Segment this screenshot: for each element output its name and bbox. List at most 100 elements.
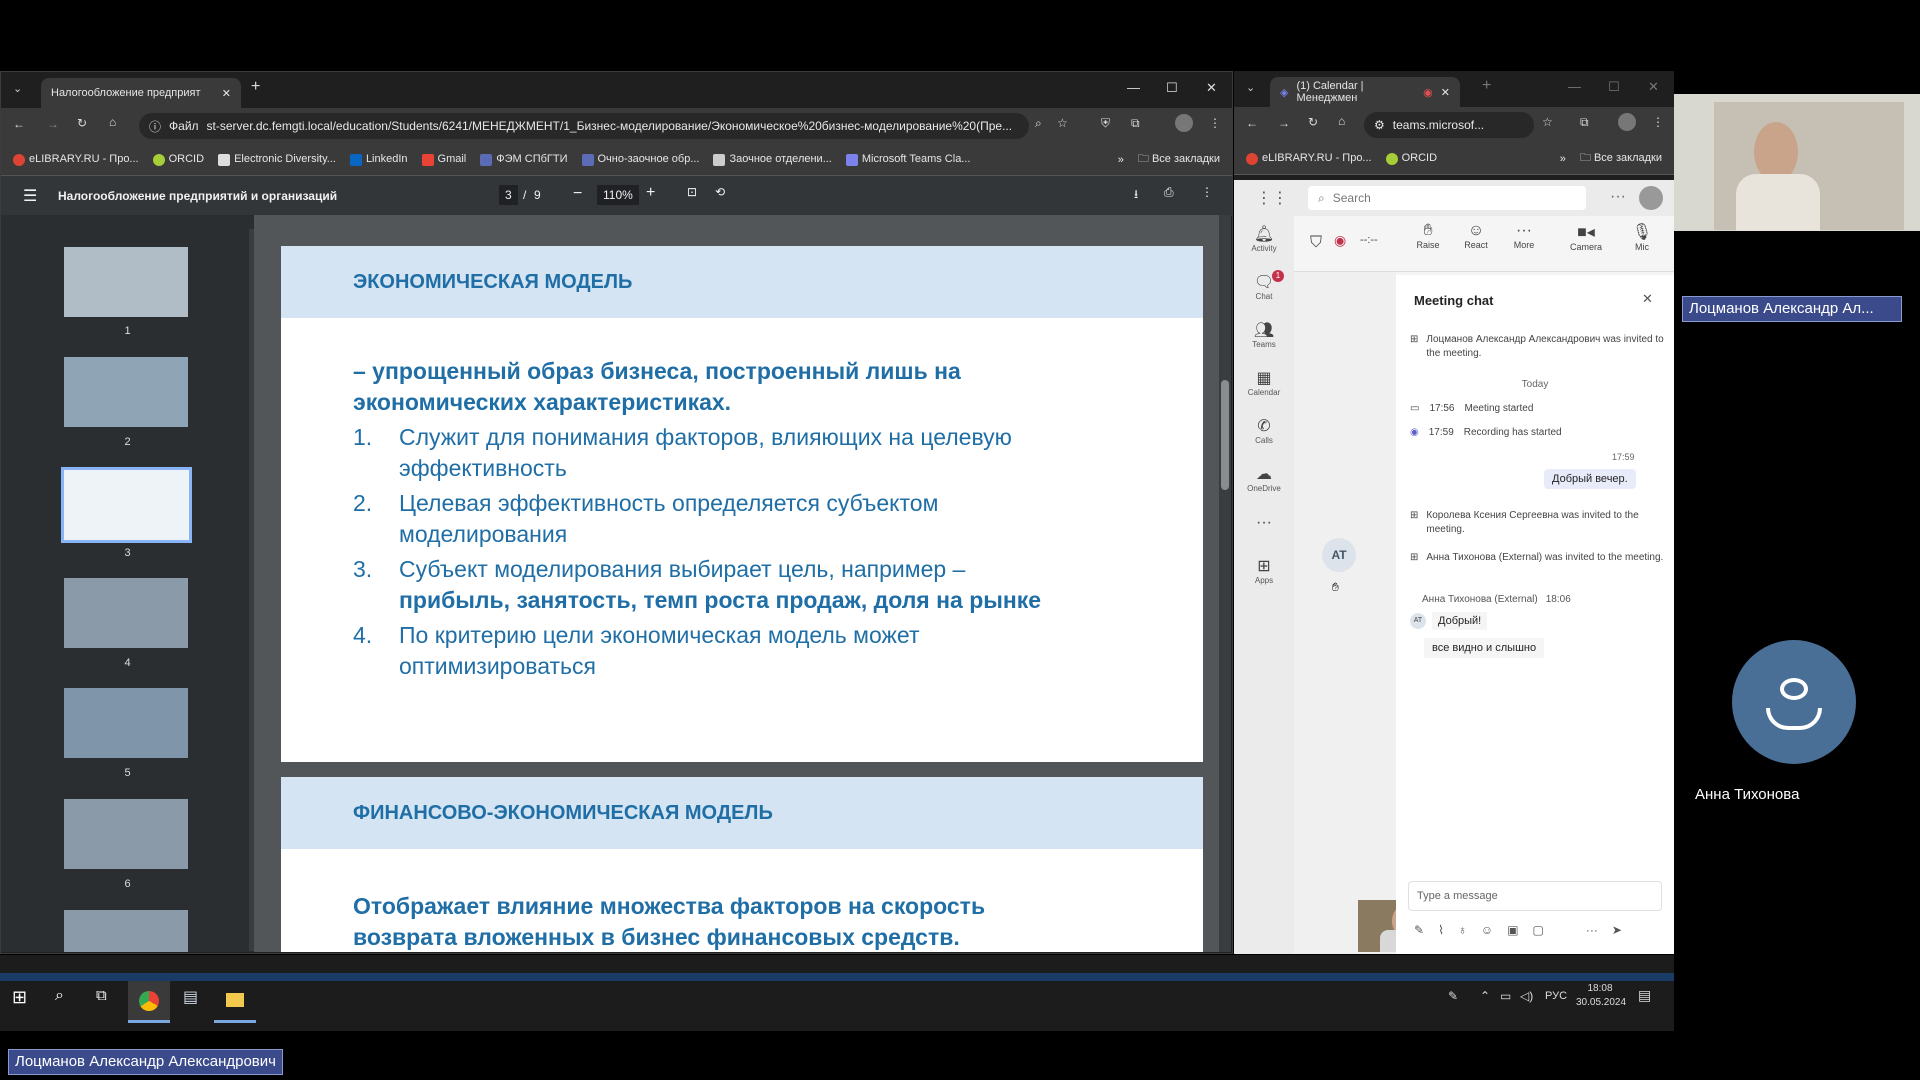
all-bookmarks[interactable]: 🗀 Все закладки [1580, 149, 1662, 168]
format-icon[interactable]: ✎ [1414, 923, 1424, 937]
forward-icon[interactable]: → [1278, 116, 1290, 130]
close-tab-icon[interactable]: ✕ [1441, 86, 1450, 99]
reload-icon[interactable]: ↻ [1308, 115, 1318, 129]
clock[interactable]: 18:08 30.05.2024 [1576, 982, 1626, 1010]
bookmark-star-icon[interactable]: ☆ [1542, 115, 1553, 129]
print-icon[interactable]: ⎙ [1164, 185, 1174, 200]
home-icon[interactable]: ⌂ [109, 115, 116, 129]
tab-list-icon[interactable]: ⌄ [1246, 81, 1255, 94]
rail-calls[interactable]: ✆ Calls [1234, 416, 1294, 445]
menu-kebab-icon[interactable]: ⋮ [1209, 116, 1221, 130]
minimize-icon[interactable]: — [1127, 80, 1140, 95]
app-launcher-icon[interactable]: ⋮⋮ [1256, 188, 1288, 208]
tray-chevron-icon[interactable]: ⌃ [1480, 989, 1490, 1003]
profile-avatar[interactable] [1618, 113, 1636, 131]
message-bubble[interactable]: Добрый! [1432, 612, 1488, 630]
url-field[interactable]: ⚙ teams.microsof... [1364, 112, 1534, 138]
more-bookmarks-icon[interactable]: » [1118, 154, 1124, 166]
hamburger-menu-icon[interactable]: ☰ [23, 186, 37, 206]
thumbnail-page[interactable] [64, 688, 188, 758]
mic-button[interactable]: 🎙︎ Mic [1622, 222, 1662, 252]
shield-icon[interactable]: ⛨ [1101, 116, 1110, 131]
close-window-icon[interactable]: ✕ [1648, 79, 1659, 95]
rotate-icon[interactable]: ⟲ [715, 185, 725, 199]
bookmark-item[interactable]: eLIBRARY.RU - Про... [13, 153, 139, 166]
bookmark-item[interactable]: ORCID [1385, 152, 1437, 165]
pdf-scrollbar[interactable] [1219, 215, 1231, 952]
language-indicator[interactable]: РУС [1545, 990, 1567, 1002]
download-icon[interactable]: ⭳ [1134, 185, 1138, 206]
zoom-out-icon[interactable]: − [573, 185, 582, 203]
scroll-thumb[interactable] [1221, 380, 1229, 490]
bookmark-item[interactable]: Очно-заочное обр... [581, 153, 699, 166]
close-chat-icon[interactable]: ✕ [1642, 291, 1653, 307]
thumbnail-page[interactable] [64, 357, 188, 427]
pen-icon[interactable]: ✎ [1448, 989, 1458, 1003]
zoom-in-icon[interactable]: + [646, 184, 655, 202]
back-icon[interactable]: ← [1246, 116, 1258, 130]
bookmark-item[interactable]: ФЭМ СПбГТИ [480, 153, 568, 166]
reload-icon[interactable]: ↻ [77, 116, 87, 130]
extensions-icon[interactable]: ⧉ [1131, 116, 1140, 131]
my-message[interactable]: Добрый вечер. [1544, 469, 1636, 489]
bookmark-item[interactable]: ORCID [152, 153, 204, 166]
bookmark-item[interactable]: Заочное отделени... [713, 153, 832, 166]
volume-icon[interactable]: ◁) [1520, 989, 1533, 1003]
network-icon[interactable]: ▭ [1500, 989, 1511, 1003]
search-input[interactable]: ⌕ Search [1308, 186, 1586, 210]
pdf-more-icon[interactable]: ⋮ [1201, 185, 1213, 199]
explorer-taskbar-button[interactable] [214, 981, 256, 1023]
zoom-level-input[interactable]: 110% [597, 185, 639, 205]
close-window-icon[interactable]: ✕ [1206, 80, 1217, 96]
tab-teams[interactable]: ◈ (1) Calendar | Менеджмен ◉ ✕ [1270, 77, 1460, 107]
raise-hand-button[interactable]: ✋︎ Raise [1408, 222, 1448, 250]
thumbnail-page[interactable] [64, 799, 188, 869]
attach-icon[interactable]: ⌇ [1438, 923, 1444, 937]
send-icon[interactable]: ➤ [1612, 923, 1622, 937]
bookmark-item[interactable]: LinkedIn [349, 153, 408, 166]
extensions-icon[interactable]: ⧉ [1580, 115, 1589, 130]
bookmark-star-icon[interactable]: ☆ [1057, 116, 1068, 130]
new-tab-icon[interactable]: + [251, 78, 260, 96]
loop-icon[interactable]: ♁ [1458, 923, 1467, 937]
rail-onedrive[interactable]: ☁︎ OneDrive [1234, 464, 1294, 493]
bookmark-item[interactable]: Electronic Diversity... [218, 153, 336, 166]
sticker-icon[interactable]: ▢ [1533, 923, 1544, 937]
more-button[interactable]: ··· More [1504, 222, 1544, 250]
fit-page-icon[interactable]: ⊡ [687, 185, 697, 199]
more-options-icon[interactable]: ··· [1610, 188, 1626, 206]
rail-more[interactable]: ··· [1234, 514, 1294, 532]
maximize-icon[interactable]: ☐ [1608, 79, 1620, 95]
thumbnail-page[interactable] [64, 578, 188, 648]
more-bookmarks-icon[interactable]: » [1560, 153, 1566, 165]
user-avatar[interactable] [1639, 186, 1663, 210]
task-view-icon[interactable]: ⧉ [96, 987, 107, 1004]
search-icon[interactable]: ⌕ [55, 987, 64, 1005]
all-bookmarks[interactable]: 🗀 Все закладки [1138, 150, 1220, 169]
thumbnail-page-active[interactable] [61, 467, 192, 543]
rail-chat[interactable]: 🗨︎ Chat 1 [1234, 270, 1294, 301]
close-tab-icon[interactable]: ✕ [222, 87, 231, 100]
notepad-icon[interactable]: ▤ [183, 987, 198, 1007]
profile-avatar[interactable] [1175, 114, 1193, 132]
notifications-icon[interactable]: ▤ [1638, 987, 1651, 1004]
thumbnail-page[interactable] [64, 247, 188, 317]
message-bubble[interactable]: все видно и слышно [1424, 638, 1545, 658]
maximize-icon[interactable]: ☐ [1166, 80, 1178, 96]
new-tab-icon[interactable]: + [1482, 77, 1491, 95]
tab-pdf[interactable]: Налогообложение предприят ✕ [41, 78, 241, 108]
page-number-input[interactable]: 3 [499, 185, 518, 205]
windows-start-icon[interactable]: ⊞ [12, 987, 27, 1008]
more-icon[interactable]: ··· [1586, 923, 1598, 937]
minimize-icon[interactable]: — [1568, 79, 1581, 94]
bookmark-item[interactable]: Microsoft Teams Cla... [845, 153, 970, 166]
tab-list-icon[interactable]: ⌄ [13, 82, 22, 95]
camera-button[interactable]: ■◂ Camera [1564, 222, 1608, 252]
message-input[interactable]: Type a message [1408, 881, 1662, 911]
bookmark-item[interactable]: Gmail [421, 153, 466, 166]
rail-apps[interactable]: ⊞ Apps [1234, 556, 1294, 585]
react-button[interactable]: ☺ React [1456, 222, 1496, 250]
bookmark-item[interactable]: eLIBRARY.RU - Про... [1246, 152, 1372, 165]
rail-activity[interactable]: 🔔︎ Activity [1234, 224, 1294, 253]
back-icon[interactable]: ← [13, 117, 25, 131]
